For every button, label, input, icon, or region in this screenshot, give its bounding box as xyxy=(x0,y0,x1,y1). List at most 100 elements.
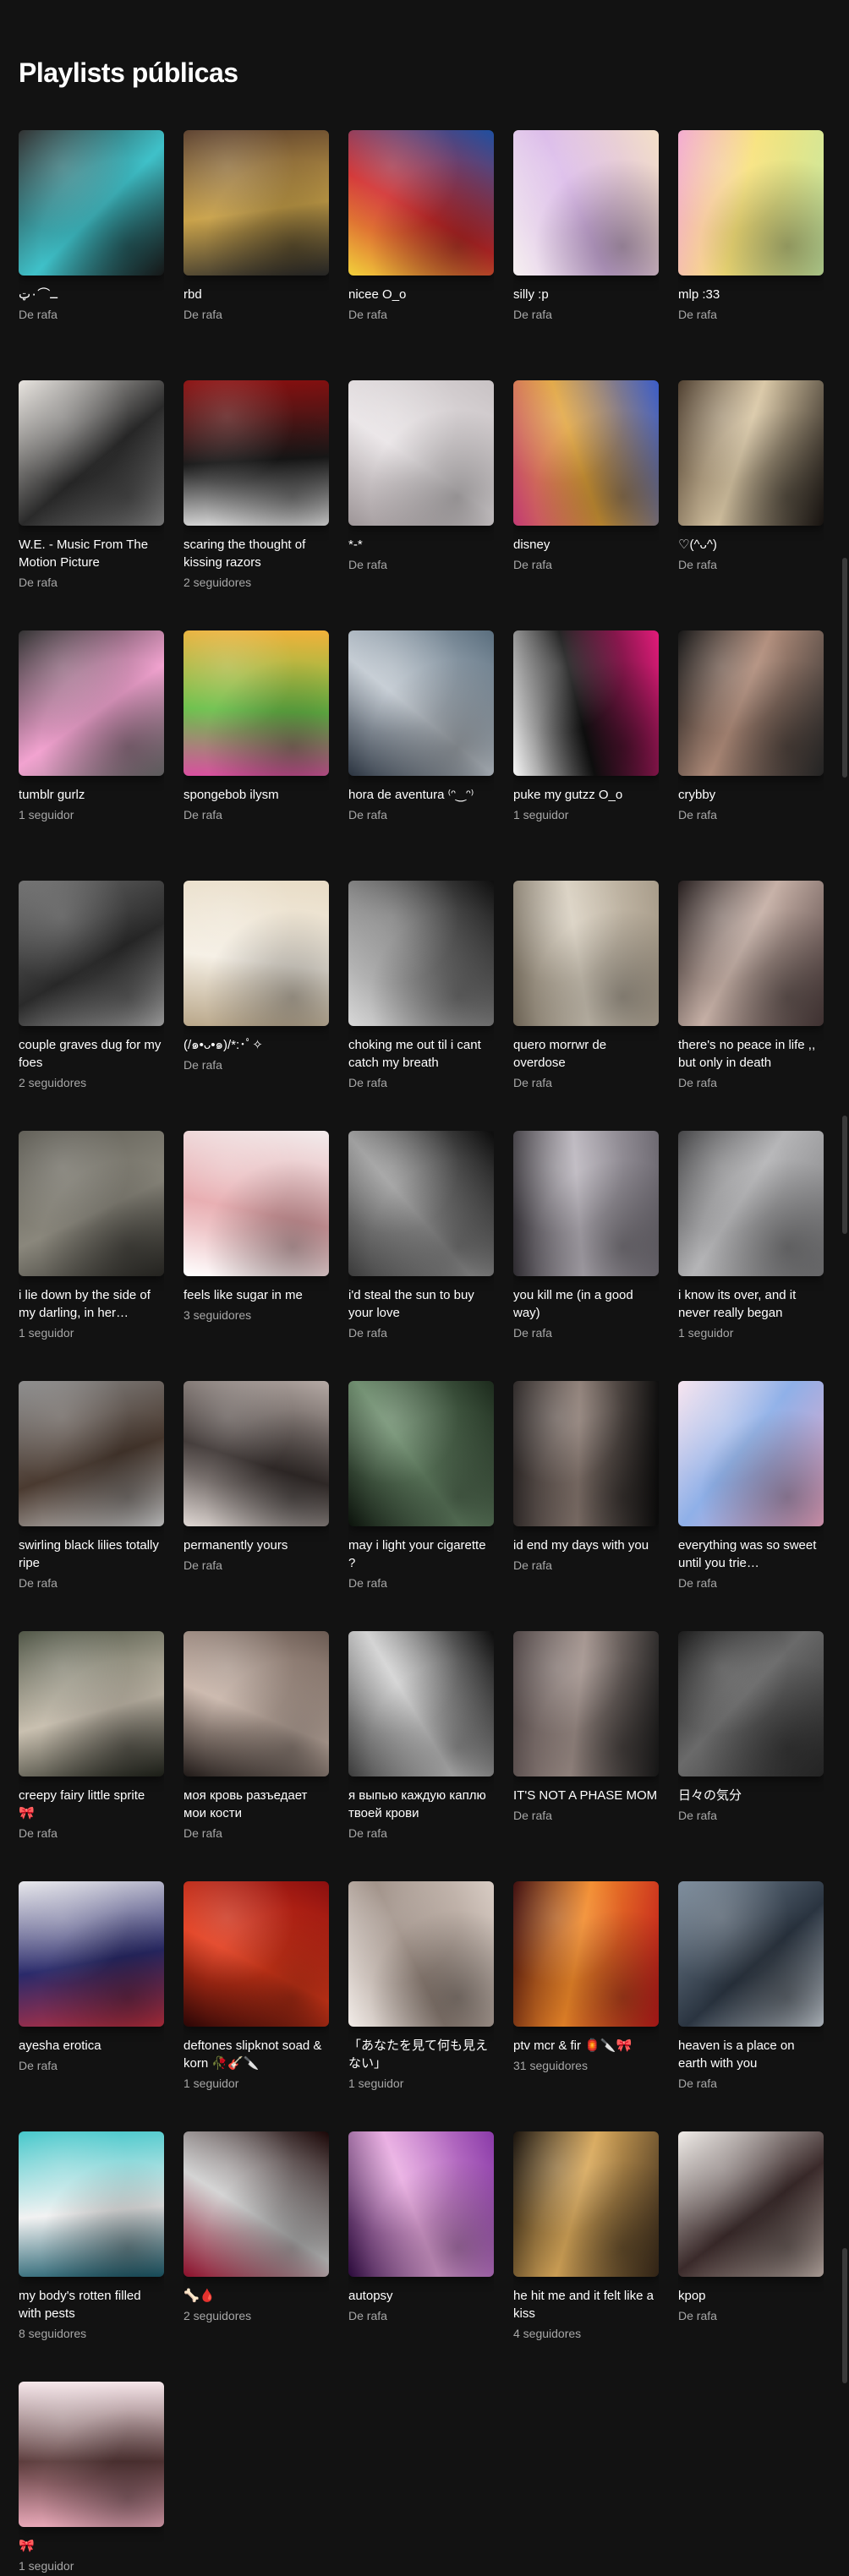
playlist-title[interactable]: IT'S NOT A PHASE MOM xyxy=(513,1787,659,1804)
playlist-cover-image[interactable] xyxy=(19,1881,164,2027)
playlist-cover-image[interactable] xyxy=(513,630,659,776)
playlist-cover-image[interactable] xyxy=(19,1631,164,1776)
playlist-card[interactable]: 「あなたを見て何も見えない」 1 seguidor xyxy=(348,1881,494,2131)
playlist-title[interactable]: 「あなたを見て何も見えない」 xyxy=(348,2037,494,2072)
playlist-card[interactable]: i'd steal the sun to buy your love De raf… xyxy=(348,1131,494,1381)
playlist-card[interactable]: there's no peace in life ,, but only in … xyxy=(678,881,824,1131)
playlist-card[interactable]: my body's rotten filled with pests 8 segu… xyxy=(19,2131,164,2382)
playlist-cover-image[interactable] xyxy=(348,2131,494,2277)
playlist-title[interactable]: my body's rotten filled with pests xyxy=(19,2287,164,2322)
playlist-title[interactable]: spongebob ilysm xyxy=(183,786,329,804)
playlist-card[interactable]: he hit me and it felt like a kiss 4 segui… xyxy=(513,2131,659,2382)
playlist-title[interactable]: *-* xyxy=(348,536,494,554)
playlist-title[interactable]: he hit me and it felt like a kiss xyxy=(513,2287,659,2322)
playlist-cover-image[interactable] xyxy=(183,881,329,1026)
playlist-title[interactable]: rbd xyxy=(183,286,329,303)
playlist-title[interactable]: scaring the thought of kissing razors xyxy=(183,536,329,571)
playlist-card[interactable]: ayesha erotica De rafa xyxy=(19,1881,164,2131)
playlist-title[interactable]: autopsy xyxy=(348,2287,494,2305)
playlist-card[interactable]: hora de aventura ⁽ᵔ‿ᵔ⁾ De rafa xyxy=(348,630,494,881)
playlist-cover-image[interactable] xyxy=(678,130,824,276)
playlist-cover-image[interactable] xyxy=(513,2131,659,2277)
playlist-card[interactable]: crybby De rafa xyxy=(678,630,824,881)
scrollbar-thumb[interactable] xyxy=(842,1116,847,1234)
playlist-cover-image[interactable] xyxy=(678,630,824,776)
playlist-cover-image[interactable] xyxy=(19,1131,164,1276)
playlist-cover-image[interactable] xyxy=(678,380,824,526)
playlist-cover-image[interactable] xyxy=(183,380,329,526)
playlist-card[interactable]: quero morrwr de overdose De rafa xyxy=(513,881,659,1131)
playlist-title[interactable]: swirling black lilies totally ripe xyxy=(19,1536,164,1572)
playlist-cover-image[interactable] xyxy=(183,1131,329,1276)
playlist-card[interactable]: puke my gutzz O_o 1 seguidor xyxy=(513,630,659,881)
playlist-card[interactable]: я выпью каждую каплю твоей крови De rafa xyxy=(348,1631,494,1881)
playlist-cover-image[interactable] xyxy=(19,1381,164,1526)
playlist-card[interactable]: scaring the thought of kissing razors 2 s… xyxy=(183,380,329,630)
playlist-cover-image[interactable] xyxy=(348,1631,494,1776)
playlist-card[interactable]: kpop De rafa xyxy=(678,2131,824,2382)
playlist-title[interactable]: creepy fairy little sprite 🎀 xyxy=(19,1787,164,1822)
playlist-cover-image[interactable] xyxy=(348,881,494,1026)
playlist-cover-image[interactable] xyxy=(348,130,494,276)
playlist-title[interactable]: W.E. - Music From The Motion Picture xyxy=(19,536,164,571)
playlist-card[interactable]: deftones slipknot soad & korn 🥀🎸🔪 1 segui… xyxy=(183,1881,329,2131)
playlist-card[interactable]: IT'S NOT A PHASE MOM De rafa xyxy=(513,1631,659,1881)
playlist-cover-image[interactable] xyxy=(183,1631,329,1776)
playlist-cover-image[interactable] xyxy=(19,2382,164,2527)
playlist-title[interactable]: permanently yours xyxy=(183,1536,329,1554)
playlist-title[interactable]: there's no peace in life ,, but only in … xyxy=(678,1036,824,1072)
playlist-cover-image[interactable] xyxy=(348,1881,494,2027)
playlist-cover-image[interactable] xyxy=(513,1881,659,2027)
playlist-title[interactable]: 日々の気分 xyxy=(678,1787,824,1804)
playlist-cover-image[interactable] xyxy=(513,1631,659,1776)
playlist-cover-image[interactable] xyxy=(348,1131,494,1276)
playlist-title[interactable]: puke my gutzz O_o xyxy=(513,786,659,804)
playlist-title[interactable]: crybby xyxy=(678,786,824,804)
playlist-title[interactable]: моя кровь разъедает мои кости xyxy=(183,1787,329,1822)
playlist-cover-image[interactable] xyxy=(19,380,164,526)
playlist-card[interactable]: couple graves dug for my foes 2 seguidore… xyxy=(19,881,164,1131)
playlist-cover-image[interactable] xyxy=(513,881,659,1026)
playlist-card[interactable]: rbd De rafa xyxy=(183,130,329,380)
playlist-card[interactable]: i know its over, and it never really beg… xyxy=(678,1131,824,1381)
playlist-card[interactable]: mlp :33 De rafa xyxy=(678,130,824,380)
playlist-cover-image[interactable] xyxy=(183,630,329,776)
playlist-cover-image[interactable] xyxy=(183,1881,329,2027)
playlist-title[interactable]: 🦴🩸 xyxy=(183,2287,329,2305)
playlist-card[interactable]: feels like sugar in me 3 seguidores xyxy=(183,1131,329,1381)
playlist-card[interactable]: моя кровь разъедает мои кости De rafa xyxy=(183,1631,329,1881)
playlist-title[interactable]: deftones slipknot soad & korn 🥀🎸🔪 xyxy=(183,2037,329,2072)
playlist-title[interactable]: couple graves dug for my foes xyxy=(19,1036,164,1072)
playlist-title[interactable]: i know its over, and it never really beg… xyxy=(678,1286,824,1322)
playlist-card[interactable]: choking me out til i cant catch my breat… xyxy=(348,881,494,1131)
playlist-card[interactable]: *-* De rafa xyxy=(348,380,494,630)
playlist-title[interactable]: i'd steal the sun to buy your love xyxy=(348,1286,494,1322)
playlist-title[interactable]: я выпью каждую каплю твоей крови xyxy=(348,1787,494,1822)
playlist-card[interactable]: you kill me (in a good way) De rafa xyxy=(513,1131,659,1381)
playlist-cover-image[interactable] xyxy=(19,630,164,776)
playlist-cover-image[interactable] xyxy=(183,1381,329,1526)
playlist-cover-image[interactable] xyxy=(348,630,494,776)
playlist-title[interactable]: feels like sugar in me xyxy=(183,1286,329,1304)
playlist-cover-image[interactable] xyxy=(513,130,659,276)
playlist-cover-image[interactable] xyxy=(19,881,164,1026)
scrollbar-thumb[interactable] xyxy=(842,2248,847,2383)
playlist-title[interactable]: id end my days with you xyxy=(513,1536,659,1554)
playlist-card[interactable]: id end my days with you De rafa xyxy=(513,1381,659,1631)
playlist-title[interactable]: you kill me (in a good way) xyxy=(513,1286,659,1322)
playlist-title[interactable]: i lie down by the side of my darling, in… xyxy=(19,1286,164,1322)
playlist-cover-image[interactable] xyxy=(348,1381,494,1526)
playlist-card[interactable]: 🎀 1 seguidor xyxy=(19,2382,164,2576)
playlist-card[interactable]: ♡(^ᴗ^) De rafa xyxy=(678,380,824,630)
playlist-cover-image[interactable] xyxy=(183,2131,329,2277)
playlist-title[interactable]: 🎀 xyxy=(19,2537,164,2555)
playlist-card[interactable]: (/๑•ᴗ•๑)/*:･ﾟ✧ De rafa xyxy=(183,881,329,1131)
playlist-title[interactable]: quero morrwr de overdose xyxy=(513,1036,659,1072)
playlist-cover-image[interactable] xyxy=(678,1881,824,2027)
playlist-card[interactable]: tumblr gurlz 1 seguidor xyxy=(19,630,164,881)
playlist-title[interactable]: mlp :33 xyxy=(678,286,824,303)
playlist-title[interactable]: heaven is a place on earth with you xyxy=(678,2037,824,2072)
playlist-cover-image[interactable] xyxy=(19,130,164,276)
playlist-card[interactable]: creepy fairy little sprite 🎀 De rafa xyxy=(19,1631,164,1881)
playlist-card[interactable]: spongebob ilysm De rafa xyxy=(183,630,329,881)
